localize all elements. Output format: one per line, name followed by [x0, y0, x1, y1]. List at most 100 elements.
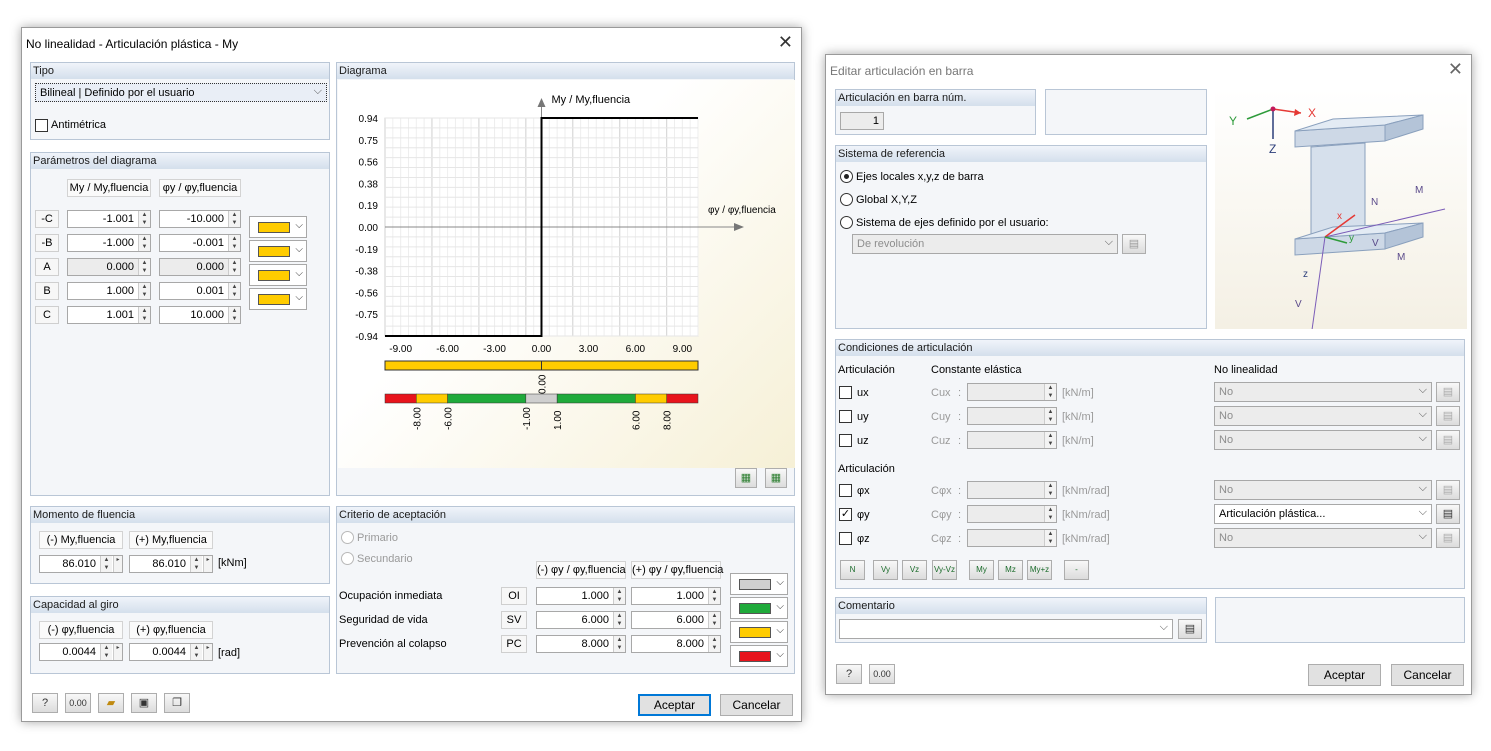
spin-icon[interactable]: ▲ ▼	[1044, 384, 1056, 400]
spin-icon[interactable]: ▲ ▼	[1044, 408, 1056, 424]
hinge-checkbox[interactable]: ✓	[839, 508, 852, 521]
arrow-right-icon[interactable]: ▸	[113, 556, 122, 572]
export-excel-icon[interactable]: ▦	[735, 468, 757, 488]
spin-icon[interactable]: ▲ ▼	[228, 235, 240, 251]
segment-color-select[interactable]: ⌵	[249, 264, 307, 286]
nonlinearity-combo[interactable]: No ⌵	[1214, 382, 1432, 402]
nonlinearity-combo[interactable]: Articulación plástica... ⌵	[1214, 504, 1432, 524]
cancelar-button[interactable]: Cancelar	[1391, 664, 1464, 686]
spring-constant-input[interactable]: ▲ ▼	[967, 383, 1057, 401]
spin-icon[interactable]: ▲ ▼	[138, 307, 150, 323]
release-preset-icon[interactable]: Mz	[998, 560, 1023, 580]
spin-icon[interactable]: ▲ ▼	[1044, 530, 1056, 546]
edit-nonlinearity-icon[interactable]: ▤	[1436, 504, 1460, 524]
criterio-pos-input[interactable]: 6.000 ▲ ▼	[631, 611, 721, 629]
edit-nonlinearity-icon[interactable]: ▤	[1436, 430, 1460, 450]
criterio-pos-input[interactable]: 8.000 ▲ ▼	[631, 635, 721, 653]
criterio-color-select[interactable]: ⌵	[730, 573, 788, 595]
num-input[interactable]: 1	[840, 112, 884, 130]
param-phi-input[interactable]: -0.001 ▲ ▼	[159, 234, 241, 252]
spin-icon[interactable]: ▲ ▼	[708, 612, 720, 628]
param-my-input[interactable]: 1.001 ▲ ▼	[67, 306, 151, 324]
help-icon[interactable]: ?	[32, 693, 58, 713]
ejes-locales-radio[interactable]	[840, 170, 853, 183]
param-phi-input[interactable]: 0.000 ▲ ▼	[159, 258, 241, 276]
open-folder-icon[interactable]: ▰	[98, 693, 124, 713]
edit-nonlinearity-icon[interactable]: ▤	[1436, 480, 1460, 500]
help-icon[interactable]: ?	[836, 664, 862, 684]
hinge-checkbox[interactable]	[839, 386, 852, 399]
spring-constant-input[interactable]: ▲ ▼	[967, 407, 1057, 425]
spring-constant-input[interactable]: ▲ ▼	[967, 431, 1057, 449]
spin-icon[interactable]: ▲ ▼	[190, 556, 202, 572]
cancelar-button[interactable]: Cancelar	[720, 694, 793, 716]
units-icon[interactable]: 0.00	[869, 664, 895, 684]
edit-nonlinearity-icon[interactable]: ▤	[1436, 382, 1460, 402]
edit-nonlinearity-icon[interactable]: ▤	[1436, 528, 1460, 548]
release-preset-icon[interactable]: Vy-Vz	[932, 560, 957, 580]
hinge-checkbox[interactable]	[839, 532, 852, 545]
spin-icon[interactable]: ▲ ▼	[100, 644, 112, 660]
spin-icon[interactable]: ▲ ▼	[1044, 506, 1056, 522]
edit-axes-icon[interactable]: ▤	[1122, 234, 1146, 254]
hinge-checkbox[interactable]	[839, 484, 852, 497]
release-preset-icon[interactable]: Vz	[902, 560, 927, 580]
comment-library-icon[interactable]: ▤	[1178, 619, 1202, 639]
spin-icon[interactable]: ▲ ▼	[100, 556, 112, 572]
spin-icon[interactable]: ▲ ▼	[1044, 432, 1056, 448]
aceptar-button[interactable]: Aceptar	[1308, 664, 1381, 686]
spin-icon[interactable]: ▲ ▼	[228, 259, 240, 275]
spin-icon[interactable]: ▲ ▼	[138, 259, 150, 275]
arrow-right-icon[interactable]: ▸	[113, 644, 122, 660]
spin-icon[interactable]: ▲ ▼	[228, 211, 240, 227]
copy-icon[interactable]: ❐	[164, 693, 190, 713]
secundario-radio[interactable]	[341, 552, 354, 565]
release-preset-icon[interactable]: Vy	[873, 560, 898, 580]
spring-constant-input[interactable]: ▲ ▼	[967, 505, 1057, 523]
user-axes-radio[interactable]	[840, 216, 853, 229]
momento-neg-input[interactable]: 86.010 ▲ ▼ ▸	[39, 555, 123, 573]
criterio-neg-input[interactable]: 1.000 ▲ ▼	[536, 587, 626, 605]
param-phi-input[interactable]: -10.000 ▲ ▼	[159, 210, 241, 228]
spin-icon[interactable]: ▲ ▼	[138, 211, 150, 227]
spin-icon[interactable]: ▲ ▼	[228, 283, 240, 299]
criterio-color-select[interactable]: ⌵	[730, 597, 788, 619]
spin-icon[interactable]: ▲ ▼	[708, 636, 720, 652]
spin-icon[interactable]: ▲ ▼	[708, 588, 720, 604]
param-phi-input[interactable]: 0.001 ▲ ▼	[159, 282, 241, 300]
criterio-color-select[interactable]: ⌵	[730, 621, 788, 643]
spin-icon[interactable]: ▲ ▼	[138, 235, 150, 251]
spring-constant-input[interactable]: ▲ ▼	[967, 529, 1057, 547]
primario-radio[interactable]	[341, 531, 354, 544]
close-icon[interactable]: ✕	[778, 32, 793, 52]
close-icon[interactable]: ✕	[1448, 59, 1463, 79]
release-preset-icon[interactable]: N	[840, 560, 865, 580]
import-excel-icon[interactable]: ▦	[765, 468, 787, 488]
spin-icon[interactable]: ▲ ▼	[1044, 482, 1056, 498]
axes-system-combo[interactable]: De revolución ⌵	[852, 234, 1118, 254]
arrow-right-icon[interactable]: ▸	[203, 644, 212, 660]
spin-icon[interactable]: ▲ ▼	[613, 588, 625, 604]
param-my-input[interactable]: 1.000 ▲ ▼	[67, 282, 151, 300]
spin-icon[interactable]: ▲ ▼	[190, 644, 202, 660]
nonlinearity-combo[interactable]: No ⌵	[1214, 480, 1432, 500]
units-icon[interactable]: 0.00	[65, 693, 91, 713]
param-phi-input[interactable]: 10.000 ▲ ▼	[159, 306, 241, 324]
nonlinearity-combo[interactable]: No ⌵	[1214, 430, 1432, 450]
spin-icon[interactable]: ▲ ▼	[138, 283, 150, 299]
comentario-combo[interactable]: ⌵	[839, 619, 1173, 639]
tipo-combo[interactable]: Bilineal | Definido por el usuario ⌵	[35, 83, 327, 102]
hinge-checkbox[interactable]	[839, 410, 852, 423]
arrow-right-icon[interactable]: ▸	[203, 556, 212, 572]
param-my-input[interactable]: -1.000 ▲ ▼	[67, 234, 151, 252]
param-my-input[interactable]: -1.001 ▲ ▼	[67, 210, 151, 228]
param-my-input[interactable]: 0.000 ▲ ▼	[67, 258, 151, 276]
edit-nonlinearity-icon[interactable]: ▤	[1436, 406, 1460, 426]
save-icon[interactable]: ▣	[131, 693, 157, 713]
aceptar-button[interactable]: Aceptar	[638, 694, 711, 716]
release-preset-icon[interactable]: My+z	[1027, 560, 1052, 580]
spring-constant-input[interactable]: ▲ ▼	[967, 481, 1057, 499]
criterio-color-select[interactable]: ⌵	[730, 645, 788, 667]
segment-color-select[interactable]: ⌵	[249, 216, 307, 238]
nonlinearity-combo[interactable]: No ⌵	[1214, 528, 1432, 548]
